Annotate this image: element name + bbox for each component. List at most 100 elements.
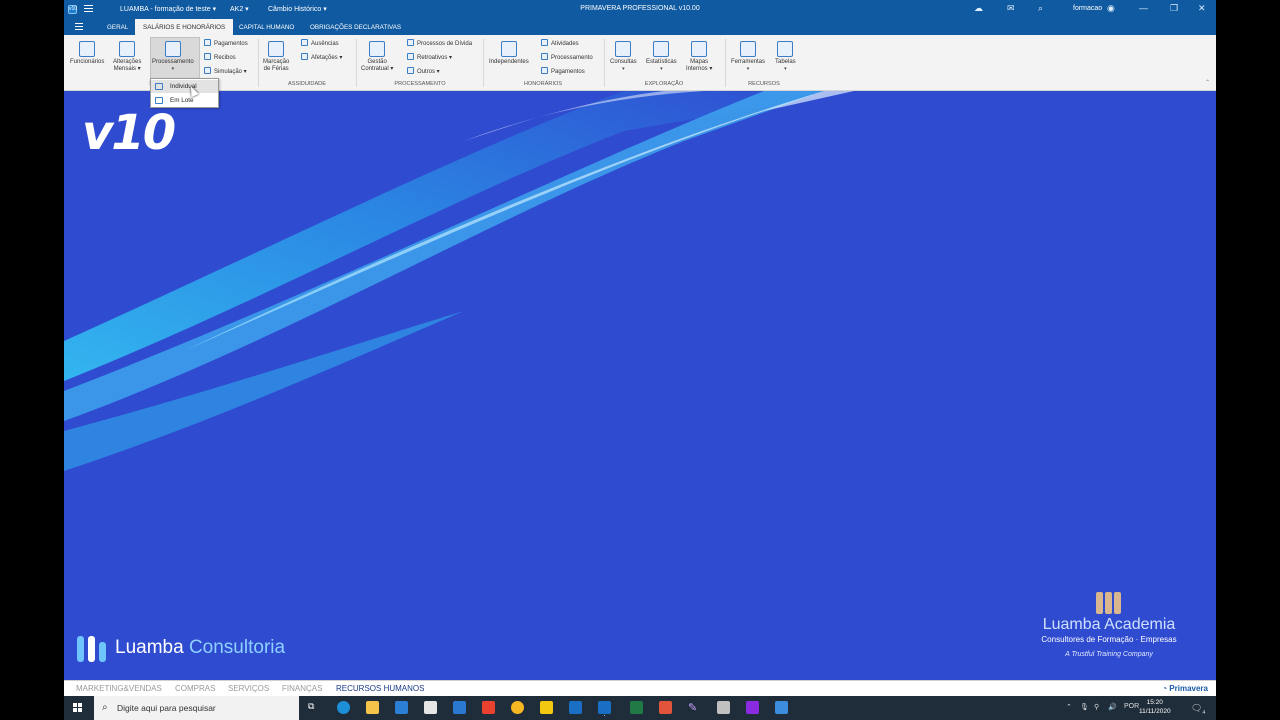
network-icon[interactable]: ⚲ — [1094, 703, 1099, 711]
tab-geral[interactable]: GERAL — [107, 19, 128, 35]
mail-icon[interactable] — [453, 701, 466, 714]
queries-icon — [615, 41, 632, 57]
outros-button[interactable]: Outros ▾ — [407, 67, 440, 76]
module-compras[interactable]: COMPRAS — [175, 684, 215, 693]
microphone-icon[interactable]: 🎙 — [1080, 703, 1089, 711]
recibos-button[interactable]: Recibos — [204, 53, 236, 62]
afetacoes-button[interactable]: Afetações ▾ — [301, 53, 342, 62]
alteracoes-mensais-button[interactable]: Alterações Mensais ▾ — [113, 41, 141, 73]
retroativos-button[interactable]: Retroativos ▾ — [407, 53, 452, 62]
chrome-icon[interactable] — [511, 701, 524, 714]
tray-chevron-icon[interactable]: ⌃ — [1066, 703, 1072, 711]
search-icon: ⌕ — [102, 702, 108, 713]
academia-tagline: A Trustful Training Company — [1065, 651, 1153, 658]
ferramentas-button[interactable]: Ferramentas ▾ — [731, 41, 765, 73]
mapas-internos-button[interactable]: Mapas Internos ▾ — [686, 41, 712, 73]
estatisticas-button[interactable]: Estatísticas ▾ — [646, 41, 677, 73]
processos-divida-button[interactable]: Processos de Dívida — [407, 39, 472, 48]
pen-app-icon[interactable]: ✎ — [688, 701, 701, 714]
consultoria-name: Luamba — [115, 637, 184, 658]
clock-time: 15:20 — [1146, 699, 1163, 706]
marcacao-ferias-button[interactable]: Marcação de Férias — [263, 41, 289, 73]
primavera-brand: ◔ Primavera — [1162, 684, 1208, 693]
maps-icon — [691, 41, 708, 57]
statistics-icon — [653, 41, 670, 57]
gestao-contratual-button[interactable]: Gestão Contratual ▾ — [361, 41, 393, 73]
user-name[interactable]: formacao — [1073, 5, 1102, 12]
luamba-bars-icon — [77, 636, 107, 662]
volume-icon[interactable]: 🔊 — [1108, 703, 1117, 711]
windows-taskbar: ⌕ Digite aqui para pesquisar ⧉ ✎ ⌃ 🎙 ⚲ 🔊… — [64, 696, 1216, 720]
module-servicos[interactable]: SERVIÇOS — [228, 684, 269, 693]
file-explorer-icon[interactable] — [366, 701, 379, 714]
search-icon[interactable]: ⌕ — [1038, 3, 1043, 14]
module-marketing-vendas[interactable]: MARKETING&VENDAS — [76, 684, 162, 693]
tab-capital-humano[interactable]: CAPITAL HUMANO — [239, 19, 294, 35]
primavera-v10-icon[interactable] — [569, 701, 582, 714]
pagamentos-button[interactable]: Pagamentos — [204, 39, 248, 48]
person-process-icon — [164, 41, 181, 57]
video-app-icon[interactable] — [482, 701, 495, 714]
funcionarios-button[interactable]: Funcionários — [70, 41, 104, 66]
powerbi-icon[interactable] — [540, 701, 553, 714]
menu-item-em-lote[interactable]: Em Lote — [151, 94, 218, 107]
module-financas[interactable]: FINANÇAS — [282, 684, 322, 693]
search-placeholder: Digite aqui para pesquisar — [117, 703, 216, 713]
action-center-icon[interactable]: 🗨4 — [1191, 703, 1205, 716]
consultas-button[interactable]: Consultas ▾ — [610, 41, 637, 73]
title-bar: v10 LUAMBA - formação de teste ▾ AK2 ▾ C… — [64, 0, 1216, 19]
hon-processamento-button[interactable]: Processamento — [541, 53, 593, 62]
taskbar-search-box[interactable]: ⌕ Digite aqui para pesquisar — [94, 696, 299, 720]
window-title: PRIMAVERA PROFESSIONAL v10.00 — [580, 5, 700, 12]
task-view-icon[interactable]: ⧉ — [308, 701, 321, 714]
independents-icon — [500, 41, 517, 57]
monthly-changes-icon — [119, 41, 136, 57]
vacation-icon — [268, 41, 285, 57]
ribbon: Funcionários Alterações Mensais ▾ Proces… — [64, 35, 1216, 91]
academia-title: Luamba Academia — [1042, 616, 1176, 633]
ausencias-button[interactable]: Ausências — [301, 39, 339, 48]
primavera-v10-active-icon[interactable] — [598, 701, 611, 714]
windows-start-icon[interactable] — [73, 703, 83, 713]
app-purple-icon[interactable] — [746, 701, 759, 714]
module-recursos-humanos[interactable]: RECURSOS HUMANOS — [336, 684, 424, 693]
taskbar-clock[interactable]: 15:20 11/11/2020 — [1139, 698, 1171, 716]
independentes-button[interactable]: Independentes — [489, 41, 529, 66]
processamento-label: Processamento — [152, 59, 194, 65]
excel-icon[interactable] — [630, 701, 643, 714]
close-icon[interactable]: ✕ — [1198, 3, 1206, 14]
main-background: v10 Luamba Consultoria Luamba Academia C… — [64, 91, 1216, 680]
group-label-honorarios: HONORÁRIOS — [523, 81, 563, 87]
file-menu-icon[interactable] — [75, 23, 83, 30]
group-label-exploracao: EXPLORAÇÃO — [644, 81, 684, 87]
tab-obrigacoes-declarativas[interactable]: OBRIGAÇÕES DECLARATIVAS — [310, 19, 401, 35]
app-window: v10 LUAMBA - formação de teste ▾ AK2 ▾ C… — [64, 0, 1216, 696]
camtasia-icon[interactable] — [659, 701, 672, 714]
group-label-recursos: RECURSOS — [748, 81, 780, 87]
academia-mark-icon — [1094, 588, 1124, 614]
photos-icon[interactable] — [775, 701, 788, 714]
person-icon — [155, 83, 163, 90]
tables-icon — [777, 41, 794, 57]
edge-icon[interactable] — [337, 701, 350, 714]
notifications-icon[interactable]: ✉ — [1007, 3, 1015, 14]
atividades-button[interactable]: Atividades — [541, 39, 579, 48]
ribbon-tabs: GERAL SALÁRIOS E HONORÁRIOS CAPITAL HUMA… — [64, 19, 1216, 35]
hon-pagamentos-button[interactable]: Pagamentos — [541, 67, 585, 76]
processamento-button[interactable]: Processamento ▾ — [152, 41, 194, 73]
group-label-assiduidade: ASSIDUIDADE — [288, 81, 326, 87]
simulacao-button[interactable]: Simulação ▾ — [204, 67, 247, 76]
store-icon[interactable] — [424, 701, 437, 714]
language-indicator[interactable]: POR — [1124, 703, 1139, 710]
menu-item-individual[interactable]: Individual — [151, 80, 218, 93]
tabelas-button[interactable]: Tabelas ▾ — [775, 41, 796, 73]
minimize-icon[interactable]: — — [1139, 3, 1148, 13]
cloud-icon[interactable]: ☁ — [974, 3, 983, 14]
restore-icon[interactable]: ❐ — [1170, 3, 1178, 14]
calculator-icon[interactable] — [717, 701, 730, 714]
vscode-icon[interactable] — [395, 701, 408, 714]
group-label-processamento: PROCESSAMENTO — [394, 81, 446, 87]
tab-salarios-honorarios[interactable]: SALÁRIOS E HONORÁRIOS — [135, 19, 234, 35]
collapse-ribbon-icon[interactable]: ⌃ — [1205, 79, 1210, 86]
user-avatar-icon[interactable]: ◉ — [1107, 3, 1115, 14]
